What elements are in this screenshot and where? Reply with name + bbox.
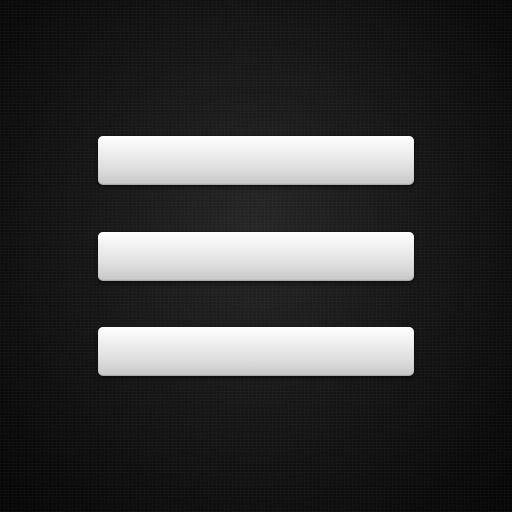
menu-bar-bottom — [98, 327, 414, 376]
menu-button[interactable] — [0, 0, 512, 512]
menu-bar-top — [98, 136, 414, 185]
hamburger-menu-icon[interactable] — [98, 136, 414, 376]
menu-bar-middle — [98, 232, 414, 281]
app-icon-canvas — [0, 0, 512, 512]
